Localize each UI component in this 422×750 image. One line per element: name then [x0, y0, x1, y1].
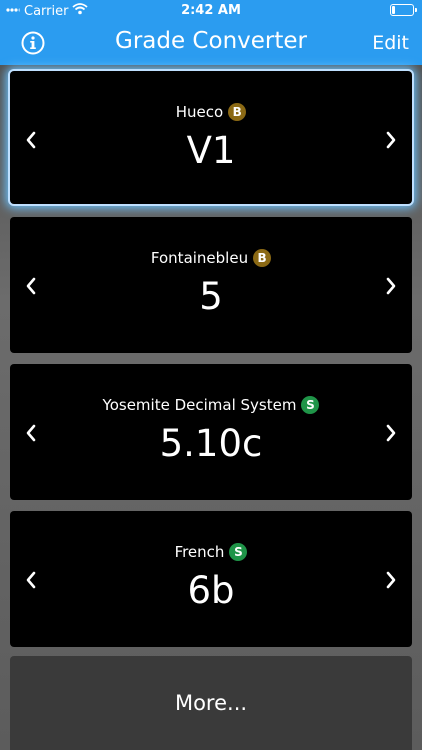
chevron-left-icon[interactable] — [25, 277, 37, 299]
grade-value: 6b — [187, 569, 235, 612]
grade-system-label: French — [174, 543, 225, 561]
sport-badge: S — [301, 396, 320, 414]
grade-value: 5.10c — [159, 422, 263, 465]
page-title: Grade Converter — [115, 28, 307, 54]
navigation-bar: Grade Converter Edit — [0, 22, 422, 65]
grade-system-label: Hueco — [175, 103, 224, 121]
grade-system-label: Fontainebleu — [150, 249, 249, 267]
chevron-right-icon[interactable] — [385, 424, 397, 446]
chevron-left-icon[interactable] — [25, 131, 37, 153]
sport-badge: S — [229, 543, 248, 561]
status-bar: Carrier 2:42 AM — [0, 0, 422, 22]
boulder-badge: B — [228, 103, 247, 121]
boulder-badge: B — [253, 249, 272, 267]
chevron-right-icon[interactable] — [385, 571, 397, 593]
grade-card-french[interactable]: French S 6b — [10, 511, 412, 647]
edit-button[interactable]: Edit — [372, 32, 409, 54]
grade-value: 5 — [199, 275, 223, 318]
grade-card-yosemite[interactable]: Yosemite Decimal System S 5.10c — [10, 364, 412, 500]
clock: 2:42 AM — [181, 3, 241, 18]
chevron-left-icon[interactable] — [25, 424, 37, 446]
chevron-right-icon[interactable] — [385, 131, 397, 153]
battery-icon — [390, 4, 417, 16]
grade-system-label: Yosemite Decimal System — [102, 396, 297, 414]
more-button-label: More... — [174, 691, 248, 715]
battery-level — [392, 6, 395, 14]
more-button[interactable]: More... — [10, 656, 412, 750]
chevron-right-icon[interactable] — [385, 277, 397, 299]
grade-card-hueco[interactable]: Hueco B V1 — [10, 71, 412, 204]
grade-card-fontainebleu[interactable]: Fontainebleu B 5 — [10, 217, 412, 353]
grade-value: V1 — [186, 129, 236, 172]
chevron-left-icon[interactable] — [25, 571, 37, 593]
